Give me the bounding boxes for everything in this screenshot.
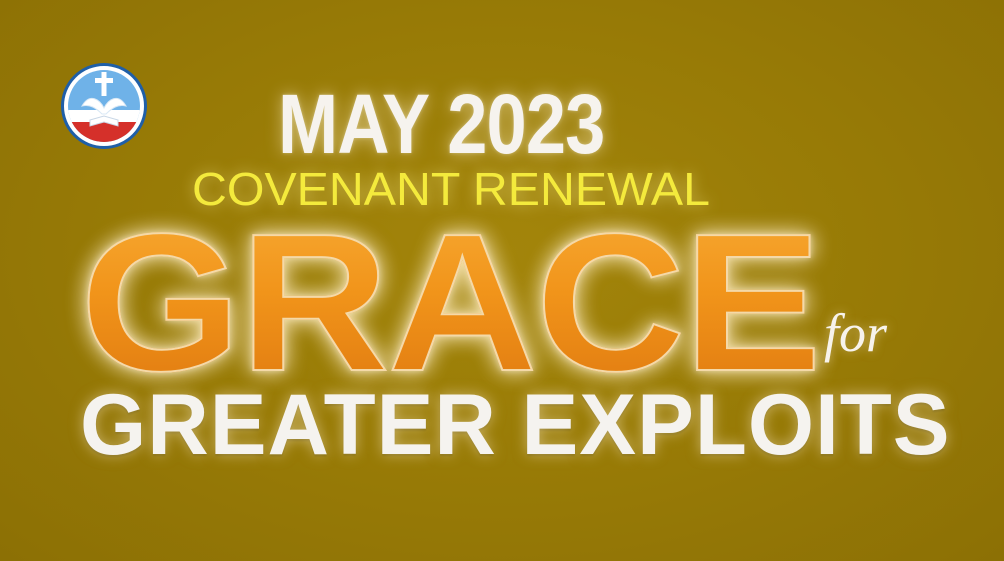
theme-tail: GREATER EXPLOITS <box>80 377 951 473</box>
title-card: { "logo": { "icon": "church-emblem-icon"… <box>0 0 1004 561</box>
theme-connector: for <box>824 303 888 363</box>
theme-main-word: GRACE <box>79 193 823 412</box>
month-year-heading: MAY 2023 <box>278 77 605 171</box>
church-emblem-icon <box>61 63 147 149</box>
